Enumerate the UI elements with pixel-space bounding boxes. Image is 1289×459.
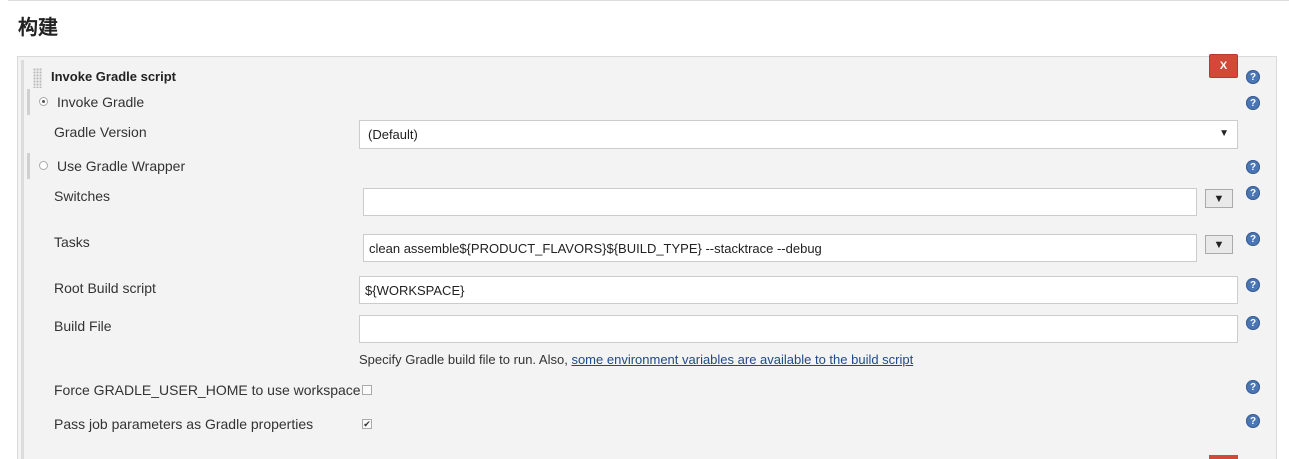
help-icon[interactable]: ? (1246, 160, 1260, 174)
invoke-gradle-label: Invoke Gradle (57, 94, 145, 110)
build-file-description-text: Specify Gradle build file to run. Also, (359, 352, 572, 367)
root-build-script-input[interactable] (359, 276, 1238, 304)
tasks-expand-button[interactable]: ▼ (1205, 235, 1233, 254)
chevron-down-icon: ▼ (1219, 128, 1229, 139)
section-top-divider (8, 0, 1289, 5)
pass-job-parameters-checkbox[interactable]: ✔ (362, 419, 372, 429)
help-icon[interactable]: ? (1246, 414, 1260, 428)
help-icon[interactable]: ? (1246, 316, 1260, 330)
environment-variables-link[interactable]: some environment variables are available… (571, 352, 913, 367)
help-icon[interactable]: ? (1246, 186, 1260, 200)
invoke-gradle-radio[interactable] (39, 97, 48, 106)
help-icon[interactable]: ? (1246, 380, 1260, 394)
tasks-label: Tasks (54, 234, 90, 250)
build-file-description: Specify Gradle build file to run. Also, … (359, 352, 913, 367)
tasks-input[interactable] (363, 234, 1197, 262)
switches-expand-button[interactable]: ▼ (1205, 189, 1233, 208)
next-step-delete-button[interactable] (1209, 455, 1238, 459)
help-icon[interactable]: ? (1246, 278, 1260, 292)
build-file-input[interactable] (359, 315, 1238, 343)
build-step-title: Invoke Gradle script (51, 69, 176, 84)
radio-group-bar (27, 89, 30, 115)
force-gradle-user-home-label: Force GRADLE_USER_HOME to use workspace (54, 382, 361, 398)
drag-handle-icon[interactable] (33, 68, 42, 88)
help-icon[interactable]: ? (1246, 232, 1260, 246)
build-step-left-bar (21, 60, 24, 459)
switches-input[interactable] (363, 188, 1197, 216)
use-gradle-wrapper-radio[interactable] (39, 161, 48, 170)
switches-label: Switches (54, 188, 111, 204)
force-gradle-user-home-checkbox[interactable] (362, 385, 372, 395)
gradle-version-label: Gradle Version (54, 124, 147, 140)
section-title: 构建 (18, 15, 58, 39)
help-icon[interactable]: ? (1246, 70, 1260, 84)
delete-step-button[interactable]: X (1209, 54, 1238, 78)
gradle-version-select[interactable]: (Default) ▼ (359, 120, 1238, 149)
help-icon[interactable]: ? (1246, 96, 1260, 110)
pass-job-parameters-label: Pass job parameters as Gradle properties (54, 416, 314, 432)
build-file-label: Build File (54, 318, 112, 334)
gradle-version-value: (Default) (368, 127, 418, 142)
radio-group-bar (27, 153, 30, 179)
use-gradle-wrapper-label: Use Gradle Wrapper (57, 158, 186, 174)
root-build-script-label: Root Build script (54, 280, 156, 296)
